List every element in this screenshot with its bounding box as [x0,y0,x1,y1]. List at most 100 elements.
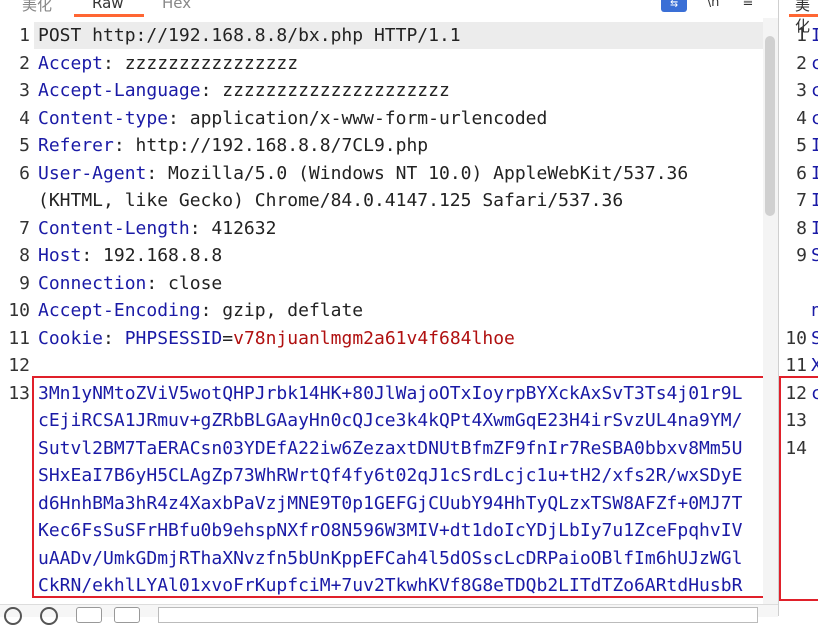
header-separator: : [81,245,93,266]
response-line-number: 7 [796,190,807,211]
header-value: 192.168.8.8 [92,245,223,266]
response-active-tab-indicator [789,14,818,17]
response-line-number: 5 [796,135,807,156]
line-number: 1 [19,25,30,46]
request-line: Host: 192.168.8.8 [38,242,222,269]
bottom-toolbar [0,604,778,625]
line-number-gutter: 1 2 3 4 5 6 7 8 9 10 11 12 13 [0,18,34,604]
response-highlight-box [779,376,818,601]
response-line-number: 9 [796,245,807,266]
wrap-toggle-button[interactable]: ⇆ [661,0,687,12]
line-number: 2 [19,52,30,74]
header-name: Accept [38,52,104,74]
menu-icon[interactable]: ≡ [738,0,758,12]
header-separator: : [146,272,158,294]
header-separator: : [168,107,179,129]
response-line-text: c [811,52,818,74]
header-name: Referer [38,135,114,156]
request-line: Cookie: PHPSESSID=v78njuanlmgm2a61v4f684… [38,325,515,352]
request-line: Connection: close [38,270,222,297]
search-input[interactable] [158,607,758,623]
line-number: 9 [19,272,30,294]
header-value: zzzzzzzzzzzzzzzz [113,52,299,74]
response-line-text: S [811,327,818,349]
header-value: http://192.168.8.8/7CL9.php [124,135,429,156]
request-line: Content-Length: 412632 [38,215,276,242]
response-line-number: 11 [785,355,807,376]
request-line: Accept-Language: zzzzzzzzzzzzzzzzzzzzz [38,77,450,104]
header-value: close [157,272,223,294]
response-line-text: I [811,217,818,239]
response-line-text: I [811,25,818,46]
header-name: Content-Length [38,217,190,239]
response-line-text: X [811,355,818,376]
header-separator: : [189,217,201,239]
response-line-number: 10 [785,327,807,349]
header-name: Host [38,245,82,266]
header-separator: : [146,162,158,184]
tab-hex[interactable]: Hex [162,0,191,12]
request-line: User-Agent: Mozilla/5.0 (Windows NT 10.0… [38,160,688,187]
response-pane: 美化 1 I 2 c 3 c 4 c 5 I 6 I 7 I 8 I 9 Sn 10 S 11 X 12 c 13 14 [779,0,818,616]
header-value: 412632 [200,217,277,239]
response-line-text: I [811,162,818,184]
request-line: Content-type: application/x-www-form-url… [38,105,547,132]
line-number: 13 [8,382,30,404]
response-line-number: 8 [796,217,807,239]
header-name: Cookie [38,327,104,349]
header-value-continued: (KHTML, like Gecko) Chrome/84.0.4147.125… [38,190,624,211]
response-line-text: I [811,135,818,156]
line-number: 10 [8,300,30,321]
header-separator: : [103,52,114,74]
request-editor[interactable]: 1 2 3 4 5 6 7 8 9 10 11 12 13 POST http://192.168.8.… [0,18,778,604]
header-separator: : [103,327,114,349]
header-separator: : [200,300,212,321]
body-highlight-box [32,376,776,598]
header-separator: : [113,135,125,156]
wrap-icon: ⇆ [670,0,678,11]
response-line-number: 2 [796,52,807,74]
line-number: 6 [19,162,30,184]
header-name: Connection [38,272,147,294]
response-line-text: S [811,245,818,266]
next-button[interactable] [114,607,140,623]
line-number: 8 [19,245,30,266]
response-line-number: 3 [796,80,807,101]
response-line-text: c [811,80,818,101]
tab-pretty[interactable]: 美化 [22,0,52,15]
cookie-name: PHPSESSID [124,327,223,349]
response-line-text: I [811,190,818,211]
line-number: 3 [19,80,30,101]
previous-button[interactable] [76,607,102,623]
line-number: 7 [19,217,30,239]
header-value: zzzzzzzzzzzzzzzzzzzzz [211,80,450,101]
newline-toggle-icon[interactable]: \n [703,0,723,12]
editor-tab-bar: 美化 Raw Hex ⇆ \n ≡ [0,0,778,18]
response-line-number: 4 [796,107,807,129]
header-name: Accept-Encoding [38,300,201,321]
request-line: Accept: zzzzzzzzzzzzzzzz [38,50,298,77]
line-number: 4 [19,107,30,129]
response-line-text: n [811,300,818,321]
line-number: 11 [8,327,30,349]
line-number: 12 [8,355,30,376]
header-name: Content-type [38,107,169,129]
settings-gear-icon[interactable] [40,607,58,625]
header-value: Mozilla/5.0 (Windows NT 10.0) AppleWebKi… [157,162,689,184]
header-name: Accept-Language [38,80,201,101]
header-value [114,328,125,349]
help-icon[interactable] [4,607,22,625]
header-separator: : [200,80,212,101]
response-line-number: 1 [796,25,807,46]
request-text: POST http://192.168.8.8/bx.php HTTP/1.1 [38,25,461,46]
header-value: application/x-www-form-urlencoded [178,107,548,129]
header-name: User-Agent [38,162,147,184]
response-line-number: 6 [796,162,807,184]
line-number: 5 [19,135,30,156]
cookie-equals: = [222,327,234,349]
request-line: Accept-Encoding: gzip, deflate [38,297,363,324]
tab-raw[interactable]: Raw [92,0,124,12]
response-line-text: c [811,107,818,129]
request-line: POST http://192.168.8.8/bx.php HTTP/1.1 [38,22,461,49]
scrollbar-thumb[interactable] [765,36,775,216]
